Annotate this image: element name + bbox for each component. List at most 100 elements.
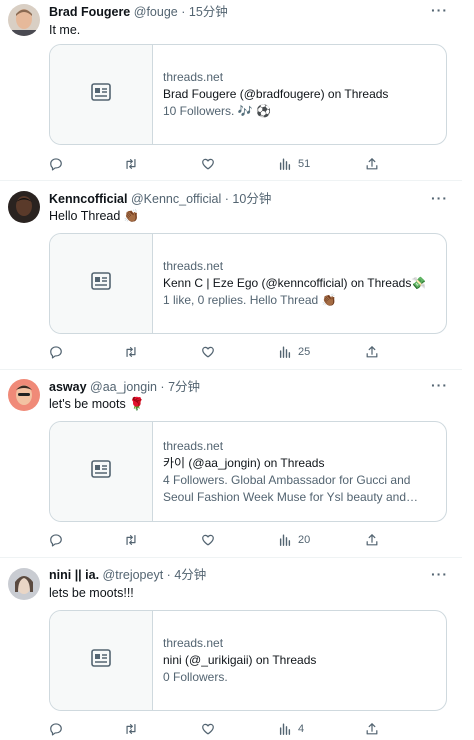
author-name[interactable]: asway [49, 380, 87, 394]
action-bar: 20 [49, 532, 389, 548]
reply-button[interactable] [49, 532, 63, 548]
author-handle[interactable]: @fouge [134, 5, 178, 19]
share-button[interactable] [365, 344, 379, 360]
separator-dot: · [160, 380, 165, 394]
avatar[interactable] [8, 4, 40, 36]
like-button[interactable] [201, 532, 215, 548]
views-button[interactable]: 4 [278, 721, 304, 737]
card-description: 1 like, 0 replies. Hello Thread 👏🏾 [163, 293, 337, 307]
like-button[interactable] [201, 721, 215, 737]
avatar[interactable] [8, 379, 40, 411]
retweet-button[interactable] [124, 156, 138, 172]
more-icon[interactable]: ··· [431, 190, 448, 206]
author-name[interactable]: nini || ia. [49, 568, 99, 582]
heart-icon [201, 157, 215, 171]
avatar[interactable] [8, 568, 40, 600]
reply-button[interactable] [49, 156, 63, 172]
share-icon [365, 157, 379, 171]
avatar[interactable] [8, 191, 40, 223]
author-handle[interactable]: @aa_jongin [90, 380, 157, 394]
tweet[interactable]: nini || ia. @trejopeyt · 4分钟 ··· lets be… [0, 558, 462, 740]
link-card[interactable]: threads.net 카이 (@aa_jongin) on Threads 4… [49, 421, 447, 522]
retweet-button[interactable] [124, 344, 138, 360]
author-name[interactable]: Kenncofficial [49, 192, 128, 206]
card-description: 10 Followers. 🎶 ⚽ [163, 104, 271, 118]
more-icon[interactable]: ··· [431, 377, 448, 393]
views-count: 4 [298, 723, 305, 735]
author-handle[interactable]: @Kennc_official [131, 192, 221, 206]
reply-icon [49, 722, 63, 736]
reply-icon [49, 345, 63, 359]
card-title: Brad Fougere (@bradfougere) on Threads [163, 87, 389, 101]
card-thumbnail [50, 422, 153, 521]
views-count: 51 [298, 158, 311, 170]
card-domain: threads.net [163, 70, 224, 84]
tweet[interactable]: asway @aa_jongin · 7分钟 ··· let's be moot… [0, 370, 462, 558]
card-title: 카이 (@aa_jongin) on Threads [163, 455, 325, 470]
retweet-icon [124, 157, 138, 171]
more-icon[interactable]: ··· [431, 2, 448, 18]
views-button[interactable]: 51 [278, 156, 310, 172]
separator-dot: · [166, 568, 171, 582]
reply-button[interactable] [49, 721, 63, 737]
like-button[interactable] [201, 344, 215, 360]
tweet[interactable]: Kenncofficial @Kennc_official · 10分钟 ···… [0, 181, 462, 370]
card-description: 0 Followers. [163, 670, 228, 684]
reply-icon [49, 533, 63, 547]
share-icon [365, 722, 379, 736]
article-icon [91, 272, 111, 295]
share-button[interactable] [365, 721, 379, 737]
like-button[interactable] [201, 156, 215, 172]
share-icon [365, 345, 379, 359]
share-button[interactable] [365, 532, 379, 548]
card-title: nini (@_urikigaii) on Threads [163, 653, 317, 667]
card-thumbnail [50, 234, 153, 333]
link-card[interactable]: threads.net nini (@_urikigaii) on Thread… [49, 610, 447, 711]
timestamp[interactable]: 10分钟 [232, 192, 271, 206]
views-count: 25 [298, 346, 311, 358]
link-card[interactable]: threads.net Kenn C | Eze Ego (@kenncoffi… [49, 233, 447, 334]
more-icon[interactable]: ··· [431, 566, 448, 582]
card-title: Kenn C | Eze Ego (@kenncofficial) on Thr… [163, 276, 427, 290]
card-body: threads.net Brad Fougere (@bradfougere) … [153, 45, 398, 144]
tweet[interactable]: Brad Fougere @fouge · 15分钟 ··· It me. th… [0, 0, 462, 181]
author-handle[interactable]: @trejopeyt [103, 568, 164, 582]
card-thumbnail [50, 611, 153, 710]
heart-icon [201, 345, 215, 359]
heart-icon [201, 533, 215, 547]
tweet-header: Kenncofficial @Kennc_official · 10分钟 [49, 191, 271, 207]
heart-icon [201, 722, 215, 736]
action-bar: 25 [49, 344, 389, 360]
card-body: threads.net nini (@_urikigaii) on Thread… [153, 611, 326, 710]
retweet-button[interactable] [124, 532, 138, 548]
share-icon [365, 533, 379, 547]
article-icon [91, 649, 111, 672]
views-icon [278, 722, 292, 736]
card-thumbnail [50, 45, 153, 144]
tweet-text: It me. [49, 23, 81, 37]
views-button[interactable]: 20 [278, 532, 310, 548]
tweet-header: Brad Fougere @fouge · 15分钟 [49, 4, 228, 20]
timestamp[interactable]: 7分钟 [168, 380, 200, 394]
tweet-text: Hello Thread 👏🏾 [49, 209, 140, 223]
separator-dot: · [181, 5, 186, 19]
tweet-header: asway @aa_jongin · 7分钟 [49, 379, 200, 395]
article-icon [91, 83, 111, 106]
action-bar: 4 [49, 721, 389, 737]
share-button[interactable] [365, 156, 379, 172]
author-name[interactable]: Brad Fougere [49, 5, 130, 19]
timeline-feed: Brad Fougere @fouge · 15分钟 ··· It me. th… [0, 0, 462, 740]
tweet-text: let's be moots 🌹 [49, 397, 145, 411]
reply-icon [49, 157, 63, 171]
views-count: 20 [298, 534, 311, 546]
views-icon [278, 345, 292, 359]
timestamp[interactable]: 15分钟 [189, 5, 228, 19]
retweet-button[interactable] [124, 721, 138, 737]
views-button[interactable]: 25 [278, 344, 310, 360]
reply-button[interactable] [49, 344, 63, 360]
separator-dot: · [224, 192, 229, 206]
timestamp[interactable]: 4分钟 [174, 568, 206, 582]
link-card[interactable]: threads.net Brad Fougere (@bradfougere) … [49, 44, 447, 145]
retweet-icon [124, 722, 138, 736]
card-domain: threads.net [163, 438, 224, 453]
